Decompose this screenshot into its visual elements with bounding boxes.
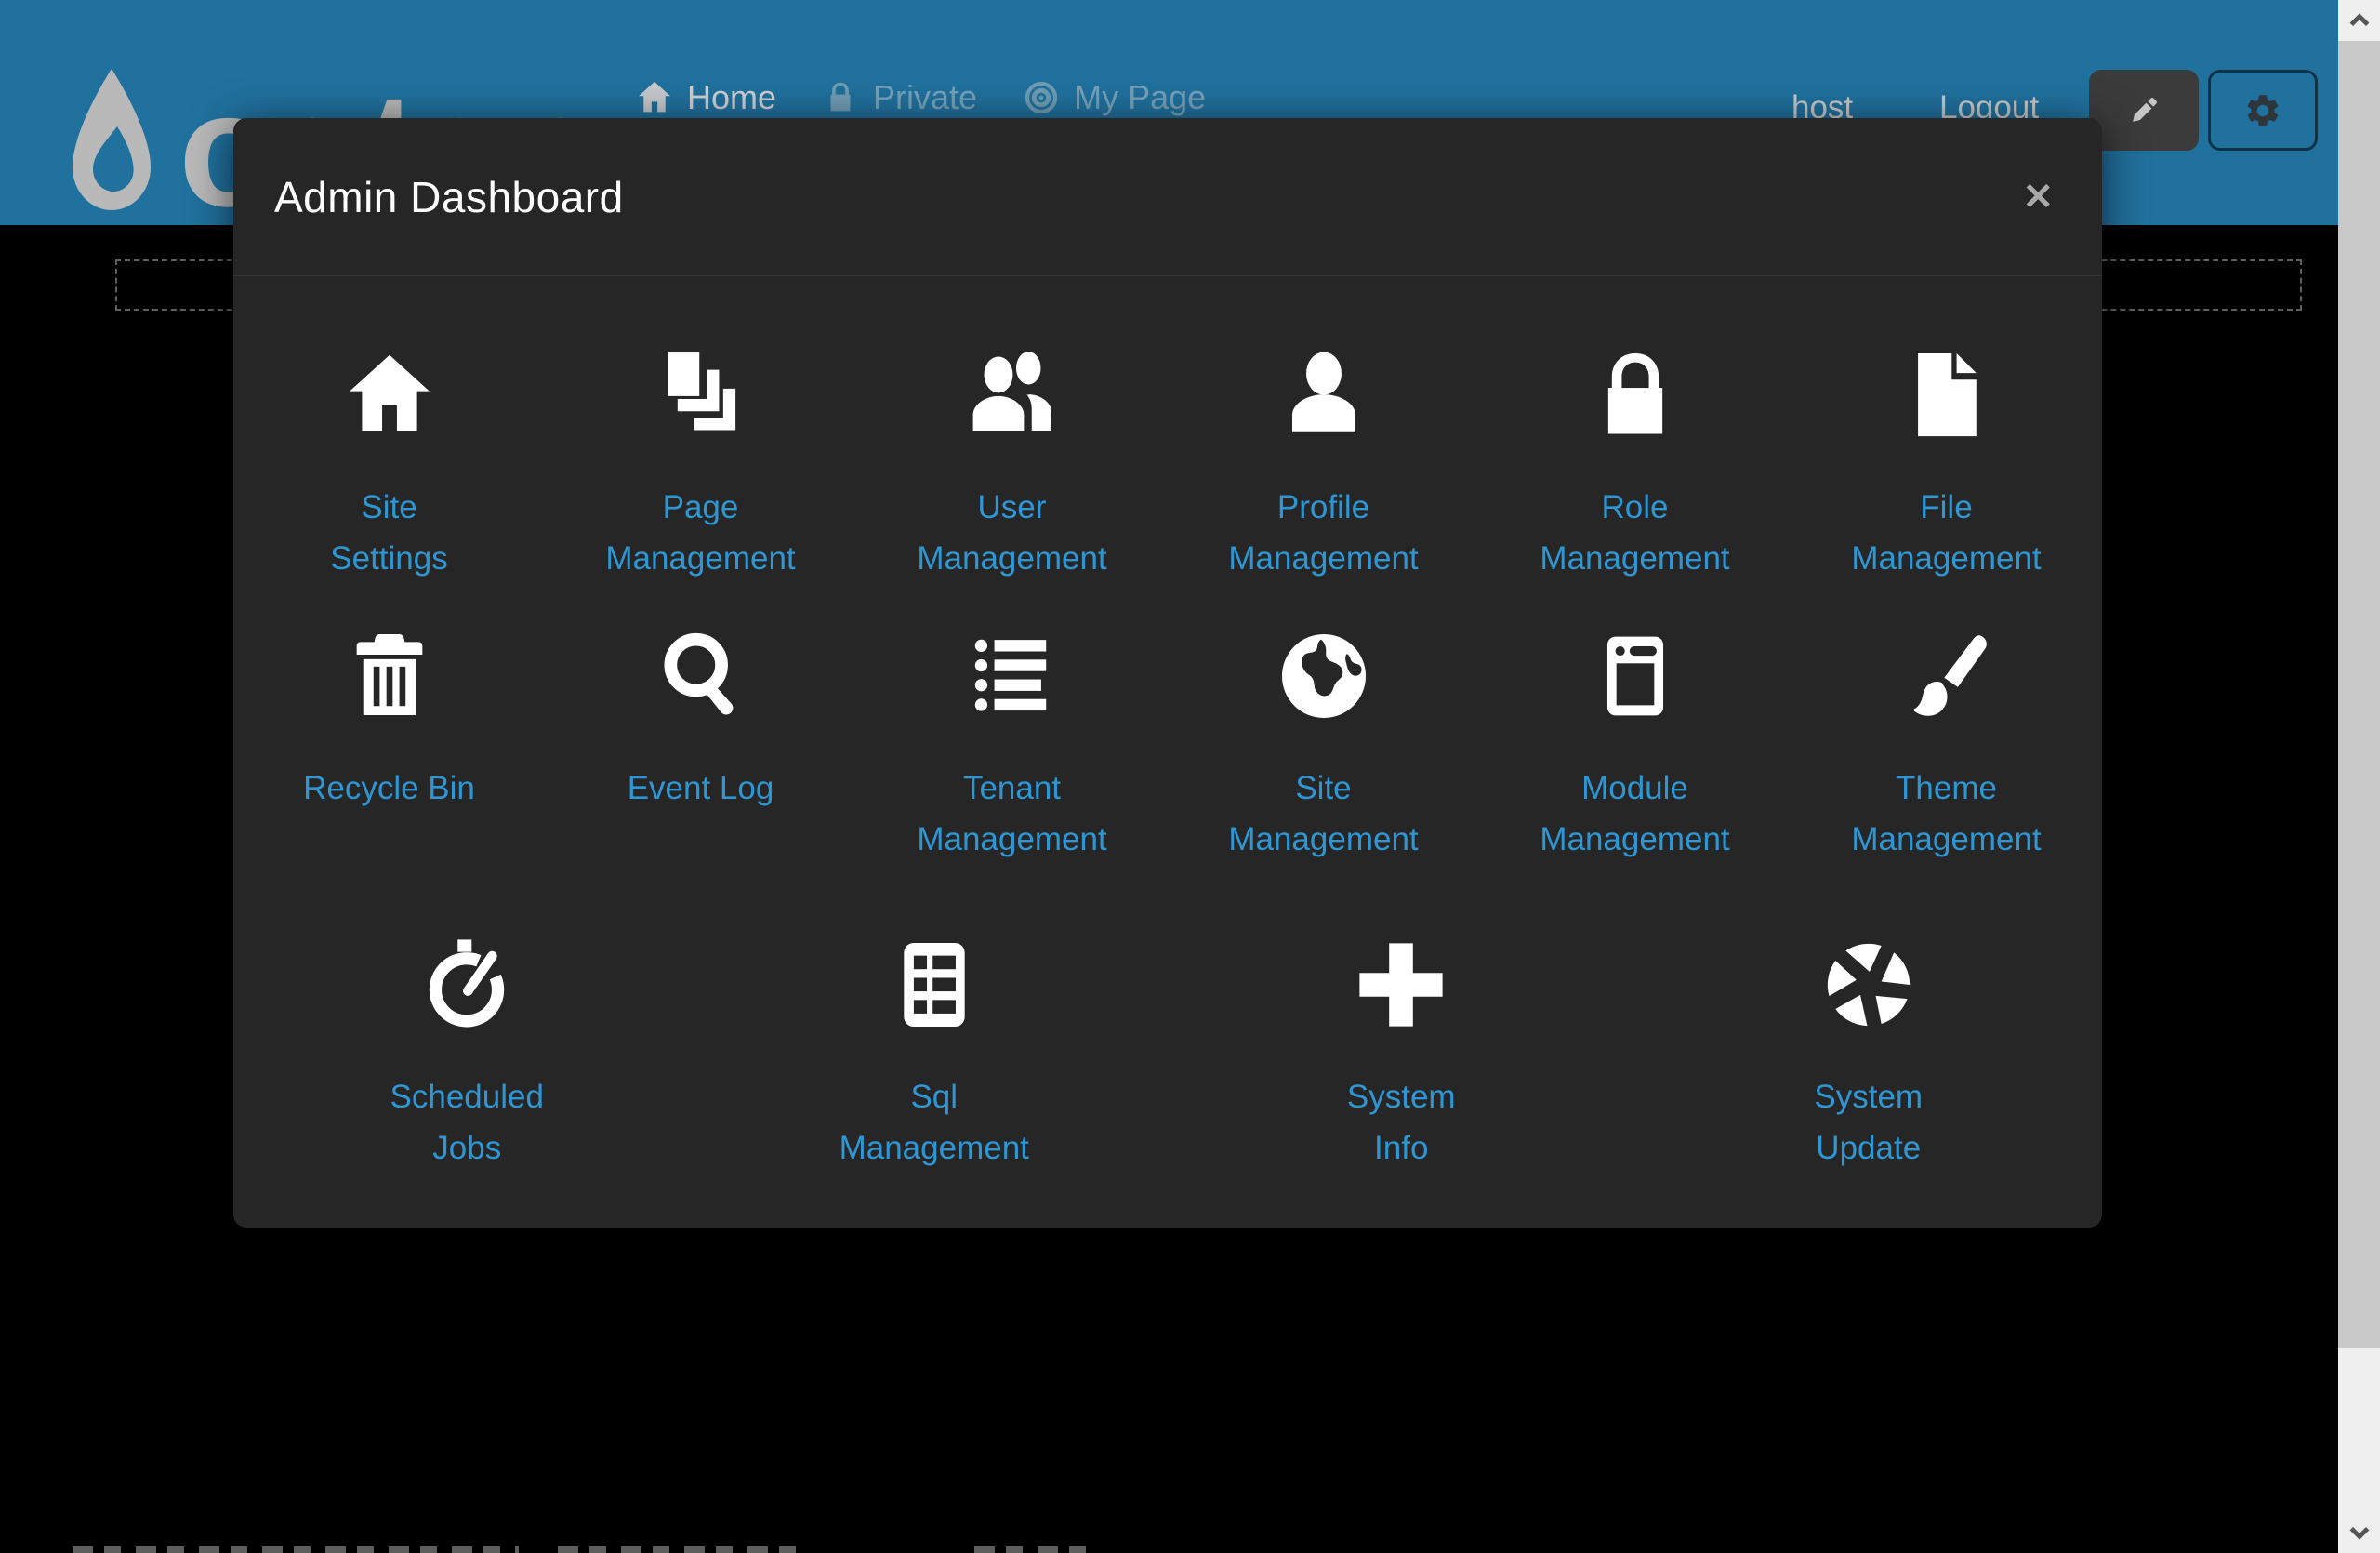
layers-icon (652, 346, 750, 445)
list-icon (963, 627, 1062, 725)
tile-page-management[interactable]: Page Management (545, 346, 856, 584)
tile-label: Tenant Management (917, 763, 1106, 865)
target-icon (1022, 78, 1061, 117)
tile-module-management[interactable]: Module Management (1479, 627, 1791, 865)
gear-icon (2243, 91, 2282, 130)
magnifier-icon (652, 627, 750, 725)
modal-title: Admin Dashboard (274, 172, 624, 222)
globe-icon (1275, 627, 1373, 725)
pencil-icon (2125, 92, 2162, 129)
nav-label: Private (873, 78, 977, 117)
close-icon[interactable]: ✕ (2015, 175, 2061, 219)
spreadsheet-icon (885, 936, 984, 1034)
cutoff-footer-fragment (974, 1546, 1095, 1553)
chevron-up-icon (2347, 8, 2372, 33)
tile-scheduled-jobs[interactable]: Scheduled Jobs (233, 936, 701, 1174)
file-icon (1897, 346, 1996, 445)
tile-system-update[interactable]: System Update (1635, 936, 2103, 1174)
cutoff-footer-fragment (73, 1546, 519, 1553)
tile-event-log[interactable]: Event Log (545, 627, 856, 865)
tile-label: System Info (1347, 1071, 1456, 1174)
brush-icon (1897, 627, 1996, 725)
modal-header: Admin Dashboard ✕ (233, 118, 2102, 276)
tile-theme-management[interactable]: Theme Management (1791, 627, 2102, 865)
tile-tenant-management[interactable]: Tenant Management (856, 627, 1168, 865)
main-nav: Home Private My Page (635, 78, 1206, 117)
nav-item-private[interactable]: Private (821, 78, 977, 117)
tile-file-management[interactable]: File Management (1791, 346, 2102, 584)
timer-icon (417, 936, 516, 1034)
tile-system-info[interactable]: System Info (1168, 936, 1635, 1174)
droplet-logo-icon (65, 69, 158, 221)
tile-label: Role Management (1540, 482, 1729, 584)
edit-mode-button[interactable] (2089, 70, 2199, 151)
admin-tile-grid: Site Settings Page Management (233, 276, 2102, 1174)
tile-profile-management[interactable]: Profile Management (1168, 346, 1479, 584)
scroll-down-button[interactable] (2338, 1512, 2380, 1553)
tile-recycle-bin[interactable]: Recycle Bin (233, 627, 545, 865)
tile-label: Module Management (1540, 763, 1729, 865)
tile-label: Profile Management (1228, 482, 1418, 584)
home-icon (340, 346, 439, 445)
nav-item-home[interactable]: Home (635, 78, 776, 117)
tile-label: Sql Management (840, 1071, 1029, 1174)
tile-site-management[interactable]: Site Management (1168, 627, 1479, 865)
lock-icon (1586, 346, 1685, 445)
tile-label: Recycle Bin (303, 763, 475, 814)
tile-label: Theme Management (1851, 763, 2041, 865)
aperture-icon (1819, 936, 1918, 1034)
people-icon (963, 346, 1062, 445)
browser-icon (1586, 627, 1685, 725)
tile-user-management[interactable]: User Management (856, 346, 1168, 584)
nav-item-my-page[interactable]: My Page (1022, 78, 1206, 117)
tile-label: System Update (1814, 1071, 1923, 1174)
lock-icon (821, 78, 860, 117)
tile-row: Scheduled Jobs Sql Management System (233, 936, 2102, 1174)
person-icon (1275, 346, 1373, 445)
tile-label: Scheduled Jobs (390, 1071, 544, 1174)
tile-label: Site Settings (330, 482, 447, 584)
medical-cross-icon (1352, 936, 1450, 1034)
nav-label: My Page (1074, 78, 1206, 117)
tile-label: Page Management (605, 482, 795, 584)
chevron-down-icon (2347, 1520, 2372, 1545)
tile-label: Site Management (1228, 763, 1418, 865)
vertical-scrollbar[interactable] (2338, 0, 2380, 1553)
scroll-up-button[interactable] (2338, 0, 2380, 41)
trash-icon (340, 627, 439, 725)
cutoff-footer-fragment (558, 1546, 800, 1553)
home-icon (635, 78, 674, 117)
tile-site-settings[interactable]: Site Settings (233, 346, 545, 584)
nav-label: Home (687, 78, 776, 117)
tile-role-management[interactable]: Role Management (1479, 346, 1791, 584)
admin-dashboard-modal: Admin Dashboard ✕ Site Settings P (233, 118, 2102, 1228)
control-panel-button[interactable] (2208, 70, 2318, 151)
tile-row: Recycle Bin Event Log Te (233, 627, 2102, 865)
tile-label: Event Log (628, 763, 774, 814)
tile-label: User Management (917, 482, 1106, 584)
scrollbar-thumb[interactable] (2338, 41, 2380, 1348)
tile-sql-management[interactable]: Sql Management (701, 936, 1169, 1174)
tile-row: Site Settings Page Management (233, 346, 2102, 584)
tile-label: File Management (1851, 482, 2041, 584)
